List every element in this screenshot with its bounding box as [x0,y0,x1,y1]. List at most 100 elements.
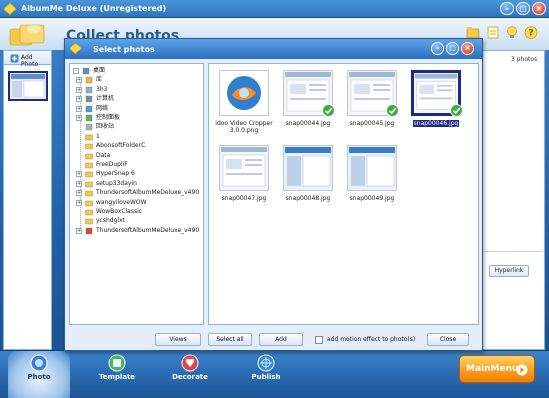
app-titlebar: AlbumMe Deluxe (Unregistered) – □ × [0,0,549,18]
tree-item[interactable]: AbonsoftFolderC [70,142,203,151]
tree-item[interactable]: + 控制面板 [70,114,203,123]
tree-item-label: 网络 [96,104,109,112]
main-menu-button[interactable]: MainMenu [459,355,535,383]
expand-icon[interactable]: + [76,96,82,103]
dialog-maximize-button[interactable]: □ [446,42,459,55]
expand-icon[interactable]: + [76,199,82,206]
maximize-button[interactable]: □ [516,2,530,15]
file-thumbnail [219,145,269,191]
tree-item[interactable]: 1 [70,133,203,142]
tree-item[interactable]: + wangyiloveWOW [70,199,203,208]
tab-template-label: Template [98,373,136,381]
expand-icon[interactable]: + [76,105,82,112]
tree-item[interactable]: WowBoxClassic [70,208,203,217]
file-item[interactable]: snap00049.jpg [339,143,405,203]
expand-icon[interactable]: + [76,115,82,121]
file-name: snap00048.jpg [285,195,331,202]
dialog-close-button[interactable]: × [461,42,474,55]
tree-item-label: 桌面 [93,67,106,74]
file-item[interactable]: snap00045.jpg [339,68,405,128]
file-name: snap00045.jpg [349,120,395,127]
photo-thumbnail[interactable] [8,71,48,101]
add-photo-button[interactable]: Add Photo [4,51,51,68]
folder-icon [85,134,93,140]
checkmark-icon [450,104,463,117]
hyperlink-button[interactable]: Hyperlink [489,265,529,277]
tree-item-label: 控制面板 [96,114,121,121]
file-grid[interactable]: idoo Video Cropper 3.0.0.png snap00044.jp… [208,63,479,325]
tree-item[interactable]: Data [70,152,203,161]
close-icon: × [535,4,543,13]
file-item[interactable]: idoo Video Cropper 3.0.0.png [211,68,277,134]
folder-tree[interactable]: - 桌面 + 库 +3h3 + 计算机 + 网络 + 控制面板 回收站 1 AbonsoftFolderC… [69,63,204,325]
folder-icon [85,172,93,178]
tree-item[interactable]: + ThundersoftAlbumMeDeluxe_v490 [70,189,203,198]
tree-item[interactable]: + ThundersoftAlbumMeDeluxe_v490 [70,227,203,236]
expand-icon[interactable]: + [76,77,82,84]
minimize-button[interactable]: – [500,2,514,15]
app-title: AlbumMe Deluxe (Unregistered) [21,4,167,13]
tab-decorate[interactable]: Decorate [159,351,221,398]
recycle-icon [85,124,93,131]
tab-template[interactable]: Template [86,351,148,398]
dialog-title: Select photos [93,45,155,54]
file-name: snap00046.jpg [412,120,460,127]
tree-item[interactable]: + HyperSnap 6 [70,170,203,179]
file-item[interactable]: snap00048.jpg [275,143,341,203]
expand-icon[interactable]: + [76,190,82,197]
collapse-icon[interactable]: - [73,68,79,74]
expand-icon[interactable]: + [76,227,82,234]
tab-photo-label: Photo [27,373,51,381]
desktop-icon [82,67,90,75]
help-icon[interactable]: ? [524,25,538,40]
expand-icon[interactable]: + [76,86,82,93]
file-item[interactable]: snap00047.jpg [211,143,277,203]
maximize-icon: □ [449,44,456,52]
file-name-container: snap00045.jpg [339,120,405,127]
file-name: snap00047.jpg [221,195,267,202]
file-thumbnail [347,145,397,191]
dialog-minimize-button[interactable]: – [431,42,444,55]
tree-item[interactable]: 回收站 [70,123,203,132]
document-icon[interactable] [486,25,500,40]
file-name-container: snap00047.jpg [211,195,277,202]
tree-item-label: 回收站 [96,123,115,131]
app-logo-image [220,71,268,115]
main-menu-label: MainMenu [466,364,519,374]
add-button[interactable]: Add [259,333,303,346]
tree-item[interactable]: + 计算机 [70,95,203,104]
file-name: snap00044.jpg [285,120,331,127]
select-all-button[interactable]: Select all [208,333,252,346]
folder-icon [85,190,93,197]
dialog-titlebar: Select photos – □ × [65,39,482,59]
tree-item[interactable]: + 库 [70,76,203,85]
tab-photo[interactable]: Photo [8,351,70,398]
folder-icon [85,153,93,159]
tree-item[interactable]: - 桌面 [70,67,203,76]
svg-text:?: ? [528,29,533,39]
folder-icon [85,209,93,216]
expand-icon[interactable]: + [76,171,82,178]
file-name-container: snap00048.jpg [275,195,341,202]
library-icon [85,77,93,84]
app-icon [85,227,93,234]
tab-publish[interactable]: Publish [235,351,297,398]
tree-item[interactable]: + 网络 [70,105,203,114]
tree-item[interactable]: ycshdglxt [70,217,203,226]
tree-item[interactable]: +3h3 [70,86,203,95]
close-button[interactable]: × [532,2,546,15]
motion-effect-checkbox[interactable] [315,336,323,344]
views-button[interactable]: Views [155,333,201,346]
close-dialog-button[interactable]: Close [427,333,469,346]
checkmark-icon [322,104,335,117]
minimize-icon: – [505,4,509,13]
tree-item[interactable]: FreeDupliF [70,161,203,170]
properties-panel: 3 photos Hyperlink [480,50,545,350]
tree-item[interactable]: + setup33dayin [70,180,203,189]
photo-count: 3 photos [511,56,538,63]
file-name-container: idoo Video Cropper 3.0.0.png [211,120,277,134]
file-item[interactable]: snap00044.jpg [275,68,341,128]
lightbulb-icon[interactable] [505,25,519,40]
file-item[interactable]: snap00046.jpg [403,68,469,128]
expand-icon[interactable]: + [76,180,82,187]
